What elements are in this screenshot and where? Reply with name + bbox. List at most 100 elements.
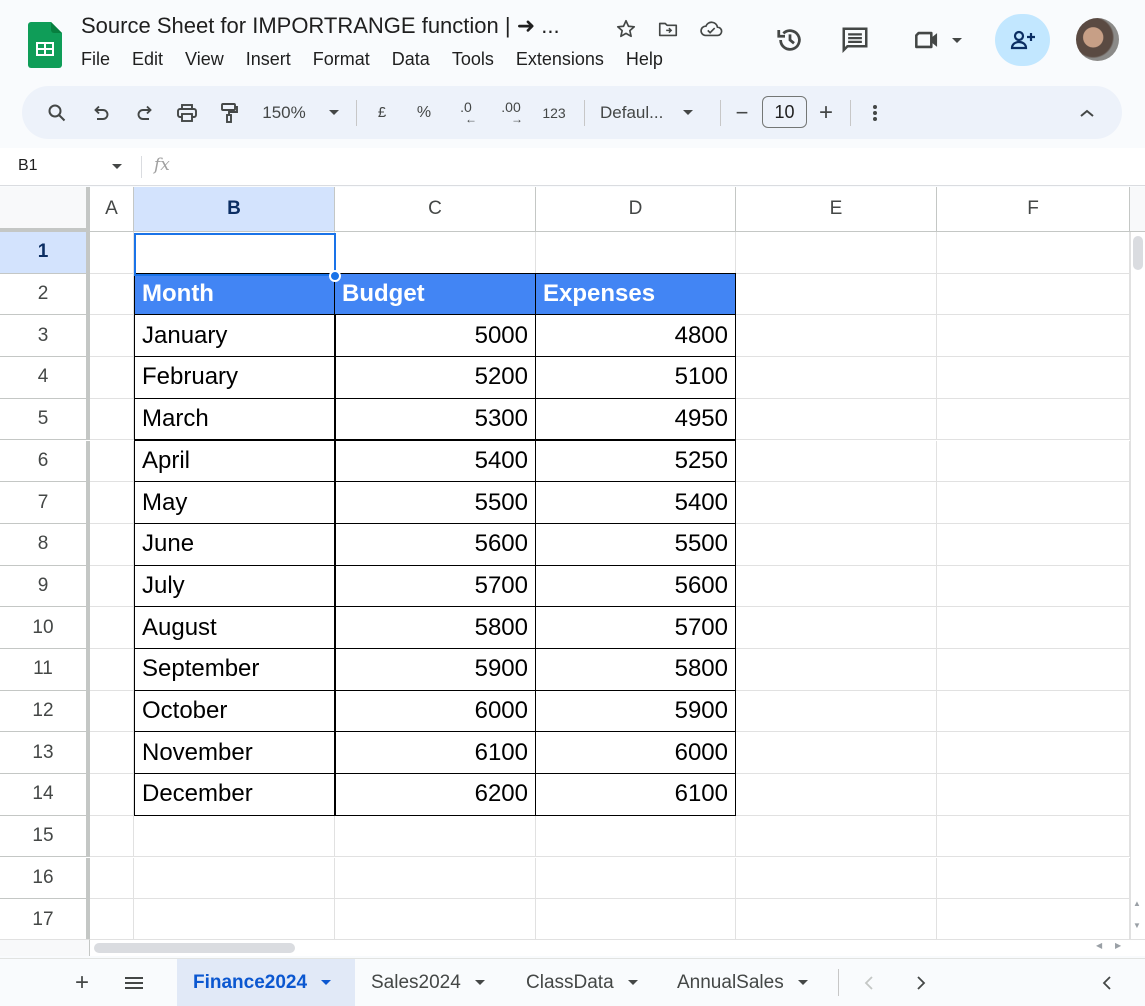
cell-b15[interactable] — [134, 815, 335, 858]
name-box-dropdown-icon[interactable] — [112, 164, 122, 169]
vertical-scrollbar-thumb[interactable] — [1133, 236, 1143, 270]
table-cell[interactable]: 5900 — [334, 648, 536, 691]
zoom-select[interactable]: 150% — [254, 86, 314, 139]
table-header-month[interactable]: Month — [134, 272, 336, 316]
previous-sheet-icon[interactable] — [858, 959, 880, 1006]
cell-a6[interactable] — [90, 440, 134, 483]
table-cell[interactable]: June — [134, 522, 336, 566]
column-header-c[interactable]: C — [335, 187, 536, 232]
table-cell[interactable]: 5500 — [334, 481, 536, 524]
share-button[interactable] — [995, 14, 1050, 66]
menu-file[interactable]: File — [81, 49, 110, 70]
table-cell[interactable]: December — [134, 773, 336, 816]
cell-f6[interactable] — [937, 440, 1130, 483]
row-header-12[interactable]: 12 — [0, 690, 90, 733]
font-size-input[interactable]: 10 — [762, 96, 807, 128]
cell-e6[interactable] — [736, 440, 937, 483]
cell-e15[interactable] — [736, 815, 937, 858]
row-header-7[interactable]: 7 — [0, 482, 90, 524]
cell-f3[interactable] — [937, 315, 1130, 358]
table-cell[interactable]: September — [134, 648, 336, 691]
table-cell[interactable]: 5900 — [535, 689, 736, 733]
horizontal-scrollbar[interactable] — [90, 939, 1145, 956]
column-header-e[interactable]: E — [736, 187, 937, 232]
table-cell[interactable]: August — [134, 606, 336, 649]
cell-a3[interactable] — [90, 315, 134, 358]
cell-e17[interactable] — [736, 899, 937, 939]
cell-f16[interactable] — [937, 857, 1130, 900]
row-header-13[interactable]: 13 — [0, 732, 90, 775]
row-header-11[interactable]: 11 — [0, 649, 90, 691]
cell-f10[interactable] — [937, 607, 1130, 649]
row-header-6[interactable]: 6 — [0, 440, 90, 483]
row-header-14[interactable]: 14 — [0, 774, 90, 816]
column-header-d[interactable]: D — [536, 187, 736, 232]
formula-input[interactable] — [190, 154, 1130, 180]
cell-d1[interactable] — [536, 232, 736, 274]
name-box[interactable]: B1 — [18, 157, 38, 175]
table-header-expenses[interactable]: Expenses — [535, 272, 736, 316]
video-call-button[interactable] — [908, 20, 968, 60]
row-header-9[interactable]: 9 — [0, 565, 90, 608]
table-cell[interactable]: 6000 — [535, 731, 736, 775]
table-cell[interactable]: 6100 — [334, 731, 536, 775]
table-cell[interactable]: 5700 — [535, 606, 736, 649]
cell-e7[interactable] — [736, 482, 937, 524]
cell-e10[interactable] — [736, 607, 937, 649]
table-cell[interactable]: November — [134, 731, 336, 775]
increase-font-size-button[interactable]: + — [812, 86, 840, 139]
search-menus-icon[interactable] — [40, 86, 74, 139]
table-cell[interactable]: 5400 — [334, 439, 536, 483]
table-cell[interactable]: 6200 — [334, 773, 536, 816]
cell-f15[interactable] — [937, 815, 1130, 858]
table-cell[interactable]: 5800 — [535, 648, 736, 691]
table-cell[interactable]: 5600 — [535, 564, 736, 608]
cell-f4[interactable] — [937, 357, 1130, 399]
decrease-decimal-button[interactable]: .0 ← — [450, 86, 482, 139]
row-header-5[interactable]: 5 — [0, 398, 90, 441]
format-currency-button[interactable]: £ — [368, 86, 396, 139]
table-cell[interactable]: 4800 — [535, 314, 736, 358]
table-cell[interactable]: 5400 — [535, 481, 736, 524]
fill-handle[interactable] — [329, 270, 341, 282]
cell-a5[interactable] — [90, 398, 134, 441]
sheet-tab-annualsales[interactable]: AnnualSales — [661, 959, 824, 1006]
menu-extensions[interactable]: Extensions — [516, 49, 604, 70]
cell-c1[interactable] — [335, 232, 536, 274]
cell-a7[interactable] — [90, 482, 134, 524]
row-header-8[interactable]: 8 — [0, 523, 90, 566]
sheet-tab-classdata[interactable]: ClassData — [510, 959, 654, 1006]
table-cell[interactable]: 5500 — [535, 522, 736, 566]
cell-f7[interactable] — [937, 482, 1130, 524]
cell-a2[interactable] — [90, 273, 134, 316]
table-cell[interactable]: 5200 — [334, 356, 536, 399]
table-cell[interactable]: 5800 — [334, 606, 536, 649]
table-cell[interactable]: 6000 — [334, 689, 536, 733]
star-icon[interactable] — [613, 16, 639, 42]
table-cell[interactable]: 5300 — [334, 397, 536, 441]
cell-e1[interactable] — [736, 232, 937, 274]
cell-f9[interactable] — [937, 565, 1130, 608]
cell-c17[interactable] — [335, 899, 536, 939]
horizontal-scrollbar-thumb[interactable] — [94, 943, 295, 953]
menu-insert[interactable]: Insert — [246, 49, 291, 70]
more-options-icon[interactable] — [862, 86, 888, 139]
cell-f8[interactable] — [937, 523, 1130, 566]
cell-e5[interactable] — [736, 398, 937, 441]
cell-f11[interactable] — [937, 649, 1130, 691]
cell-e14[interactable] — [736, 774, 937, 816]
cell-f1[interactable] — [937, 232, 1130, 274]
table-cell[interactable]: 5250 — [535, 439, 736, 483]
vertical-scrollbar[interactable] — [1130, 232, 1145, 939]
cell-e4[interactable] — [736, 357, 937, 399]
cell-e8[interactable] — [736, 523, 937, 566]
undo-icon[interactable] — [84, 86, 118, 139]
format-percent-button[interactable]: % — [410, 86, 438, 139]
row-header-15[interactable]: 15 — [0, 815, 90, 858]
collapse-menus-icon[interactable] — [1072, 86, 1102, 139]
table-cell[interactable]: January — [134, 314, 336, 358]
cell-a11[interactable] — [90, 649, 134, 691]
select-all-corner[interactable] — [0, 187, 90, 232]
comments-icon[interactable] — [835, 20, 875, 60]
column-header-f[interactable]: F — [937, 187, 1130, 232]
